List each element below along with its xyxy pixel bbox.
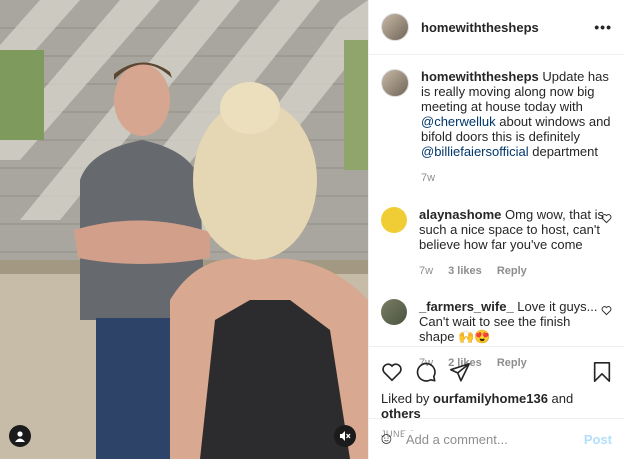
caption: homewiththesheps Update has is really mo… [381, 69, 612, 186]
avatar[interactable] [381, 13, 409, 41]
avatar[interactable] [381, 69, 409, 97]
add-comment-input[interactable] [403, 430, 584, 448]
tagged-users-button[interactable] [9, 425, 31, 447]
add-comment-bar: Post [369, 418, 624, 459]
like-comment-heart-icon[interactable] [601, 305, 612, 316]
liked-by-user[interactable]: ourfamilyhome136 [433, 391, 548, 406]
comment-likes[interactable]: 3 likes [448, 265, 482, 277]
save-bookmark-icon[interactable] [592, 361, 612, 383]
post-username[interactable]: homewiththesheps [421, 20, 539, 35]
post-media[interactable] [0, 0, 368, 459]
mention-link[interactable]: @cherwelluk [421, 114, 496, 129]
comment-username[interactable]: _farmers_wife_ [419, 299, 514, 314]
liked-by: Liked by ourfamilyhome136 and others [381, 391, 612, 421]
comment-bubble-icon[interactable] [415, 361, 437, 383]
like-comment-heart-icon[interactable] [601, 213, 612, 224]
comments-list: homewiththesheps Update has is really mo… [369, 55, 624, 371]
post-comment-button[interactable]: Post [584, 432, 612, 447]
like-heart-icon[interactable] [381, 361, 403, 383]
more-options-icon[interactable]: ••• [594, 19, 612, 35]
caption-text-3: department [528, 144, 598, 159]
liked-by-and: and [547, 391, 574, 406]
emoji-smiley-icon[interactable] [381, 428, 392, 450]
mute-button[interactable] [334, 425, 356, 447]
comment-username[interactable]: alaynashome [419, 207, 501, 222]
user-icon [15, 431, 25, 442]
post-header: homewiththesheps ••• [369, 0, 624, 55]
avatar[interactable] [381, 207, 407, 233]
mention-link[interactable]: @billiefaiersofficial [421, 144, 529, 159]
post-video [0, 0, 368, 459]
comment-age[interactable]: 7w [419, 265, 433, 277]
post-panel: homewiththesheps ••• homewiththesheps Up… [368, 0, 624, 459]
comment-item: alaynashome Omg wow, that is such a nice… [381, 207, 612, 279]
liked-by-prefix: Liked by [381, 391, 434, 406]
caption-age[interactable]: 7w [421, 172, 435, 184]
caption-username[interactable]: homewiththesheps [421, 69, 539, 84]
speaker-muted-icon [340, 431, 351, 441]
reply-button[interactable]: Reply [497, 265, 527, 277]
share-paper-plane-icon[interactable] [449, 361, 471, 383]
avatar[interactable] [381, 299, 407, 325]
